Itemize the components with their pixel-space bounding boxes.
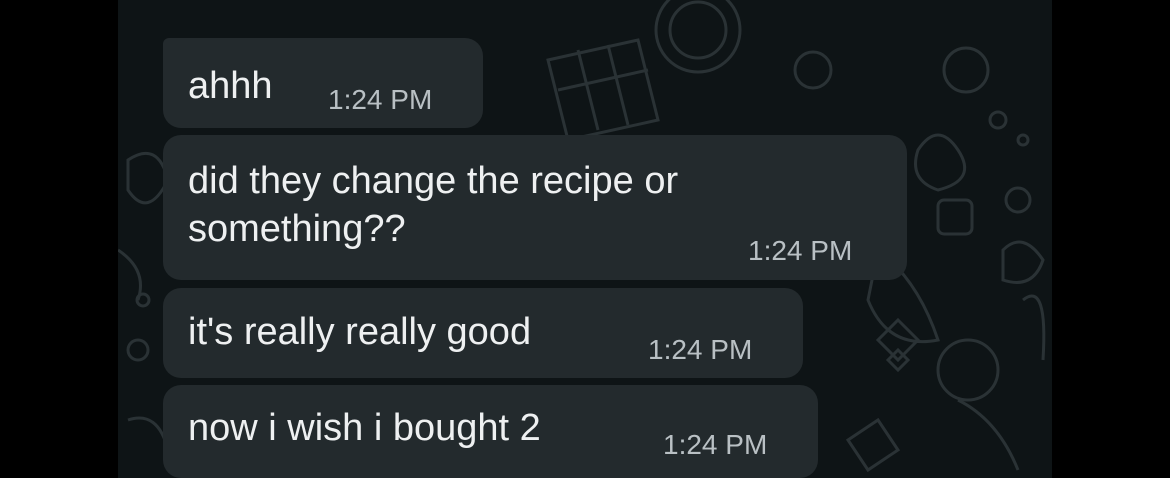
message-bubble[interactable]: ahhh 1:24 PM (163, 38, 483, 128)
message-text: it's really really good (188, 311, 532, 353)
message-timestamp: 1:24 PM (663, 429, 768, 460)
chat-area: ahhh 1:24 PM did they change the recipe … (118, 0, 1052, 478)
message-timestamp: 1:24 PM (748, 235, 853, 266)
message-text: now i wish i bought 2 (188, 407, 541, 449)
message-text: did they change the recipe or something?… (188, 160, 679, 250)
message-timestamp: 1:24 PM (328, 84, 433, 115)
message-text: ahhh (188, 65, 273, 107)
message-bubble[interactable]: it's really really good 1:24 PM (163, 288, 803, 378)
message-bubble[interactable]: did they change the recipe or something?… (163, 135, 907, 280)
message-timestamp: 1:24 PM (648, 334, 753, 365)
message-bubble[interactable]: now i wish i bought 2 1:24 PM (163, 385, 818, 478)
